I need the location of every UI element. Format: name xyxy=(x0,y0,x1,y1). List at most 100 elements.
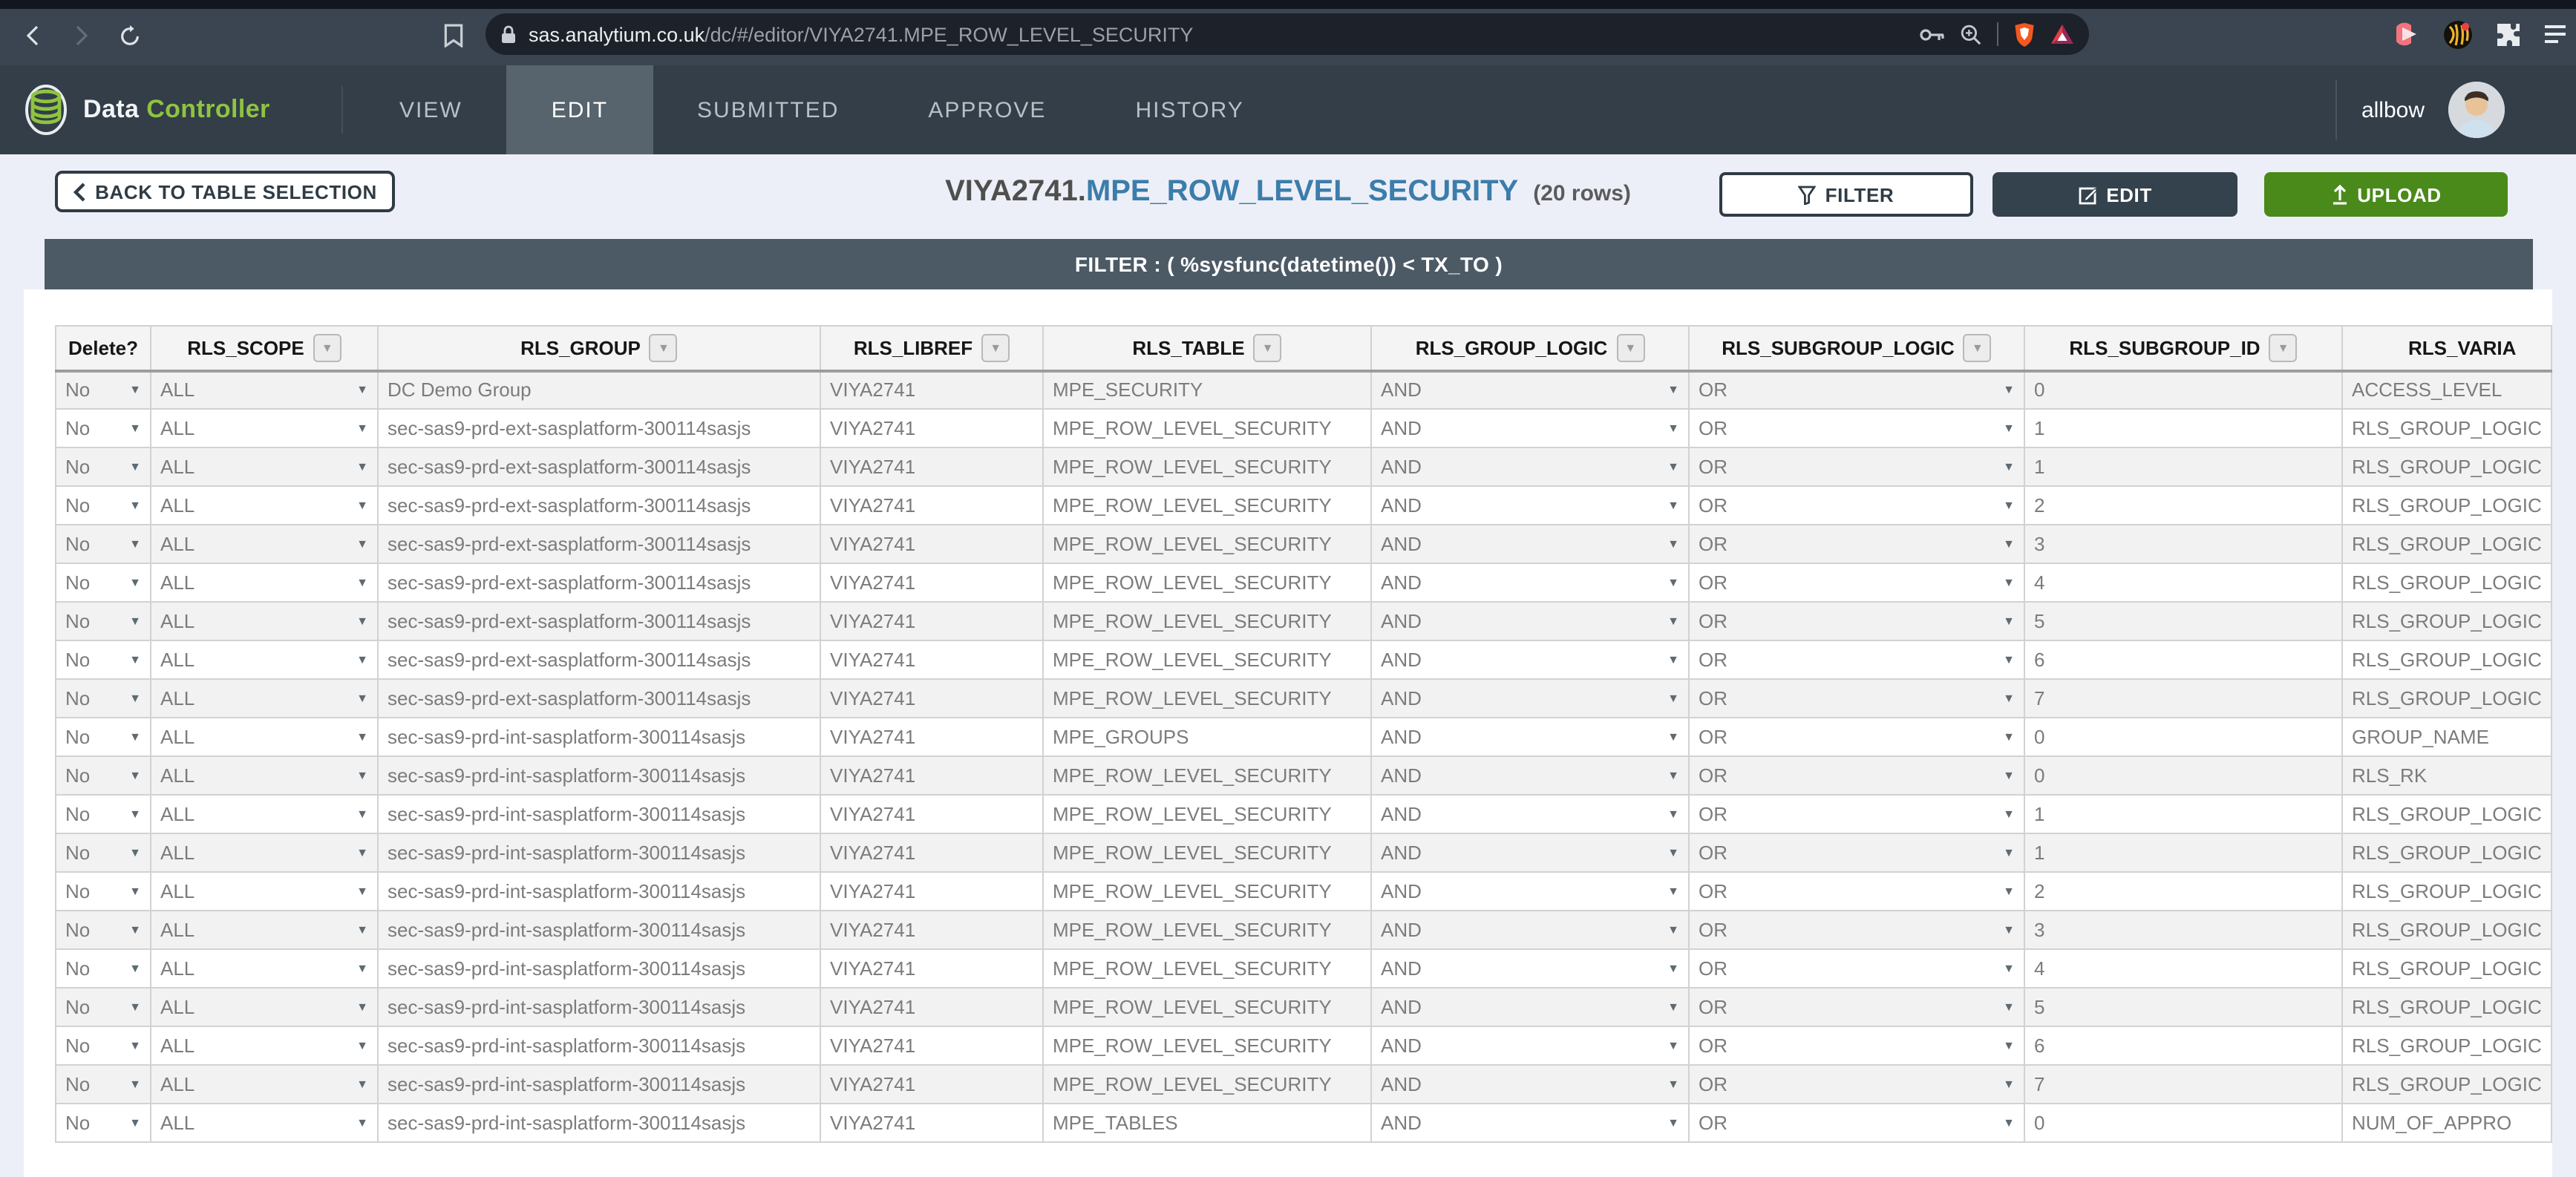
brave-shield-icon[interactable] xyxy=(2013,22,2036,47)
cell-table[interactable]: MPE_ROW_LEVEL_SECURITY xyxy=(1042,871,1372,911)
cell-variable[interactable]: RLS_GROUP_LOGIC xyxy=(2341,910,2552,950)
cell-variable[interactable]: RLS_GROUP_LOGIC xyxy=(2341,948,2552,989)
cell-table[interactable]: MPE_ROW_LEVEL_SECURITY xyxy=(1042,640,1372,680)
cell-table[interactable]: MPE_ROW_LEVEL_SECURITY xyxy=(1042,563,1372,603)
cell-logic[interactable]: AND ▼ xyxy=(1370,408,1690,448)
cell-libref[interactable]: VIYA2741 xyxy=(820,794,1044,834)
cell-variable[interactable]: RLS_GROUP_LOGIC xyxy=(2341,485,2552,525)
cell-logic[interactable]: AND ▼ xyxy=(1370,794,1690,834)
cell-group[interactable]: sec-sas9-prd-int-sasplatform-300114sasjs xyxy=(377,910,821,950)
browser-reload-icon[interactable] xyxy=(113,19,146,52)
tab-submitted[interactable]: SUBMITTED xyxy=(653,65,883,154)
cell-delete[interactable]: No ▼ xyxy=(55,1103,151,1143)
dropdown-caret-icon[interactable]: ▼ xyxy=(1994,846,2015,859)
cell-libref[interactable]: VIYA2741 xyxy=(820,755,1044,796)
dropdown-caret-icon[interactable]: ▼ xyxy=(120,576,141,589)
cell-scope[interactable]: ALL ▼ xyxy=(150,794,379,834)
cell-table[interactable]: MPE_ROW_LEVEL_SECURITY xyxy=(1042,755,1372,796)
cell-delete[interactable]: No ▼ xyxy=(55,755,151,796)
cell-table[interactable]: MPE_ROW_LEVEL_SECURITY xyxy=(1042,408,1372,448)
cell-delete[interactable]: No ▼ xyxy=(55,447,151,487)
dropdown-caret-icon[interactable]: ▼ xyxy=(347,384,368,397)
cell-group[interactable]: sec-sas9-prd-int-sasplatform-300114sasjs xyxy=(377,987,821,1027)
dropdown-caret-icon[interactable]: ▼ xyxy=(1658,846,1679,859)
cell-delete[interactable]: No ▼ xyxy=(55,794,151,834)
cell-scope[interactable]: ALL ▼ xyxy=(150,1064,379,1104)
browser-forward-icon[interactable] xyxy=(64,19,97,52)
cell-logic[interactable]: AND ▼ xyxy=(1370,601,1690,641)
cell-sub_logic[interactable]: OR ▼ xyxy=(1688,948,2025,989)
cell-logic[interactable]: AND ▼ xyxy=(1370,871,1690,911)
cell-logic[interactable]: AND ▼ xyxy=(1370,755,1690,796)
dropdown-caret-icon[interactable]: ▼ xyxy=(120,846,141,859)
cell-sub_id[interactable]: 1 xyxy=(2024,833,2343,873)
cell-libref[interactable]: VIYA2741 xyxy=(820,833,1044,873)
cell-sub_id[interactable]: 1 xyxy=(2024,794,2343,834)
cell-group[interactable]: sec-sas9-prd-ext-sasplatform-300114sasjs xyxy=(377,485,821,525)
cell-sub_id[interactable]: 6 xyxy=(2024,640,2343,680)
cell-sub_id[interactable]: 0 xyxy=(2024,755,2343,796)
dropdown-caret-icon[interactable]: ▼ xyxy=(120,962,141,975)
dropdown-caret-icon[interactable]: ▼ xyxy=(347,962,368,975)
cell-variable[interactable]: RLS_GROUP_LOGIC xyxy=(2341,1064,2552,1104)
cell-libref[interactable]: VIYA2741 xyxy=(820,485,1044,525)
cell-scope[interactable]: ALL ▼ xyxy=(150,717,379,757)
cell-libref[interactable]: VIYA2741 xyxy=(820,717,1044,757)
cell-sub_logic[interactable]: OR ▼ xyxy=(1688,563,2025,603)
cell-sub_id[interactable]: 5 xyxy=(2024,601,2343,641)
cell-libref[interactable]: VIYA2741 xyxy=(820,678,1044,718)
dropdown-caret-icon[interactable]: ▼ xyxy=(120,460,141,473)
cell-table[interactable]: MPE_ROW_LEVEL_SECURITY xyxy=(1042,447,1372,487)
cell-table[interactable]: MPE_ROW_LEVEL_SECURITY xyxy=(1042,833,1372,873)
cell-sub_id[interactable]: 2 xyxy=(2024,485,2343,525)
key-icon[interactable] xyxy=(1920,26,1945,42)
cell-libref[interactable]: VIYA2741 xyxy=(820,910,1044,950)
cell-delete[interactable]: No ▼ xyxy=(55,524,151,564)
cell-sub_logic[interactable]: OR ▼ xyxy=(1688,447,2025,487)
cell-libref[interactable]: VIYA2741 xyxy=(820,1026,1044,1066)
cell-libref[interactable]: VIYA2741 xyxy=(820,447,1044,487)
cell-table[interactable]: MPE_ROW_LEVEL_SECURITY xyxy=(1042,678,1372,718)
cell-sub_id[interactable]: 6 xyxy=(2024,1026,2343,1066)
cell-sub_logic[interactable]: OR ▼ xyxy=(1688,524,2025,564)
cell-sub_logic[interactable]: OR ▼ xyxy=(1688,601,2025,641)
cell-sub_id[interactable]: 1 xyxy=(2024,408,2343,448)
cell-table[interactable]: MPE_GROUPS xyxy=(1042,717,1372,757)
cell-variable[interactable]: RLS_GROUP_LOGIC xyxy=(2341,601,2552,641)
dropdown-caret-icon[interactable]: ▼ xyxy=(1994,537,2015,551)
dropdown-caret-icon[interactable]: ▼ xyxy=(1658,1000,1679,1014)
header-filter-icon[interactable]: ▼ xyxy=(1616,333,1645,362)
dropdown-caret-icon[interactable]: ▼ xyxy=(120,537,141,551)
cell-scope[interactable]: ALL ▼ xyxy=(150,601,379,641)
cell-logic[interactable]: AND ▼ xyxy=(1370,1103,1690,1143)
header-filter-icon[interactable]: ▼ xyxy=(1963,333,1992,362)
cell-group[interactable]: sec-sas9-prd-ext-sasplatform-300114sasjs xyxy=(377,640,821,680)
cell-scope[interactable]: ALL ▼ xyxy=(150,833,379,873)
cell-delete[interactable]: No ▼ xyxy=(55,485,151,525)
dropdown-caret-icon[interactable]: ▼ xyxy=(1994,1039,2015,1052)
dropdown-caret-icon[interactable]: ▼ xyxy=(347,614,368,628)
filter-button[interactable]: FILTER xyxy=(1719,172,1973,217)
cell-sub_id[interactable]: 3 xyxy=(2024,910,2343,950)
cell-sub_id[interactable]: 4 xyxy=(2024,563,2343,603)
cell-variable[interactable]: RLS_GROUP_LOGIC xyxy=(2341,987,2552,1027)
cell-libref[interactable]: VIYA2741 xyxy=(820,524,1044,564)
cell-libref[interactable]: VIYA2741 xyxy=(820,948,1044,989)
cell-table[interactable]: MPE_ROW_LEVEL_SECURITY xyxy=(1042,1064,1372,1104)
tab-approve[interactable]: APPROVE xyxy=(883,65,1091,154)
extension-badge-icon[interactable] xyxy=(2442,19,2474,50)
cell-delete[interactable]: No ▼ xyxy=(55,910,151,950)
dropdown-caret-icon[interactable]: ▼ xyxy=(1994,1116,2015,1130)
cell-group[interactable]: sec-sas9-prd-int-sasplatform-300114sasjs xyxy=(377,948,821,989)
dropdown-caret-icon[interactable]: ▼ xyxy=(120,692,141,705)
dropdown-caret-icon[interactable]: ▼ xyxy=(347,846,368,859)
cell-logic[interactable]: AND ▼ xyxy=(1370,910,1690,950)
avatar[interactable] xyxy=(2448,82,2505,138)
cell-variable[interactable]: RLS_GROUP_LOGIC xyxy=(2341,447,2552,487)
dropdown-caret-icon[interactable]: ▼ xyxy=(1658,422,1679,435)
dropdown-caret-icon[interactable]: ▼ xyxy=(1658,537,1679,551)
cell-sub_id[interactable]: 1 xyxy=(2024,447,2343,487)
dropdown-caret-icon[interactable]: ▼ xyxy=(1658,614,1679,628)
cell-libref[interactable]: VIYA2741 xyxy=(820,1103,1044,1143)
cell-scope[interactable]: ALL ▼ xyxy=(150,678,379,718)
